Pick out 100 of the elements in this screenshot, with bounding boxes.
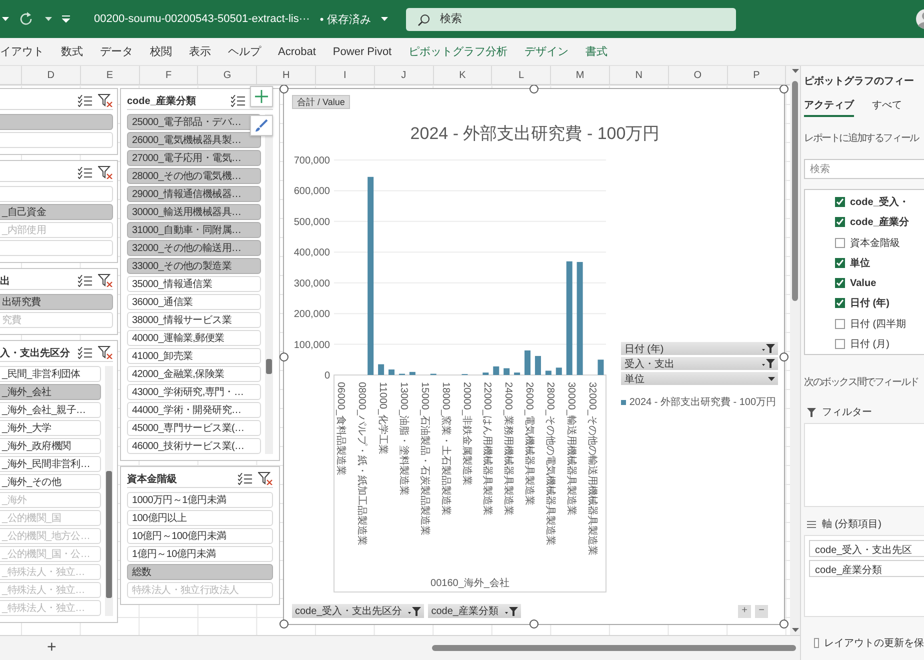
column-header[interactable]: G: [198, 66, 258, 84]
slicer-item[interactable]: 1億円～10億円未満: [127, 546, 273, 562]
column-header[interactable]: L: [492, 66, 552, 84]
ribbon-tab[interactable]: ヘルプ: [228, 44, 261, 59]
pane-tab[interactable]: すべて: [872, 98, 902, 117]
search-field[interactable]: 検索: [406, 8, 736, 30]
slicer-item[interactable]: 41000_卸売業: [127, 348, 261, 364]
field-name: 日付 (四半期: [850, 318, 906, 331]
axis-label: 22000_はん用機械器具製造業: [482, 382, 493, 516]
slicer-item[interactable]: 28000_その他の電気機…: [127, 168, 261, 184]
slicer-item[interactable]: 38000_情報サービス業: [127, 312, 261, 328]
save-status[interactable]: • 保存済み: [320, 12, 371, 26]
slicer-item[interactable]: 33000_その他の製造業: [127, 258, 261, 274]
slicer-item[interactable]: 26000_電気機械器具製…: [127, 132, 261, 148]
slicer-item[interactable]: 30000_輸送用機械器具…: [127, 204, 261, 220]
column-header[interactable]: I: [316, 66, 375, 84]
slicer-item[interactable]: 31000_自動車・同附属…: [127, 222, 261, 238]
slicer-item[interactable]: 27000_電子応用・電気…: [127, 150, 261, 166]
slicer-item[interactable]: _民間_非営利団体: [0, 366, 101, 382]
zoom-button[interactable]: +: [738, 604, 751, 618]
field-button[interactable]: 合計 / Value: [292, 95, 350, 109]
axis-label: 06000_食料品製造業: [335, 382, 346, 476]
column-header[interactable]: D: [22, 66, 81, 84]
ribbon-tab[interactable]: 校閲: [150, 44, 172, 59]
ribbon-tab[interactable]: イアウト: [0, 44, 44, 59]
column-header[interactable]: O: [668, 66, 728, 84]
slicer-item[interactable]: 総数: [127, 564, 273, 580]
drop-area[interactable]: code_受入・支出先区 code_産業分類: [804, 535, 924, 617]
slicer-item[interactable]: _自己資金: [0, 204, 113, 220]
area-field[interactable]: code_産業分類: [809, 560, 924, 577]
field-button[interactable]: 受入・支出: [621, 357, 778, 370]
column-header[interactable]: P: [728, 66, 786, 84]
column-header[interactable]: N: [610, 66, 669, 84]
ribbon-tab[interactable]: Power Pivot: [332, 46, 392, 58]
ribbon-tab[interactable]: 数式: [61, 44, 83, 59]
slicer-item[interactable]: _海外_会社: [0, 384, 101, 400]
chart-title: 2024 - 外部支出研究費 - 100万円: [409, 123, 661, 145]
slicer-item[interactable]: 32000_その他の輸送用…: [127, 240, 261, 256]
column-header[interactable]: F: [140, 66, 198, 84]
column-header[interactable]: E: [80, 66, 140, 84]
slicer-item[interactable]: 42000_金融業,保険業: [127, 366, 261, 382]
slicer-item[interactable]: 25000_電子部品・デバ…: [127, 114, 261, 130]
zoom-button[interactable]: −: [755, 604, 768, 618]
slicer-item[interactable]: 36000_通信業: [127, 294, 261, 310]
axis-label: 08000_パルプ・紙・紙加工品製造業: [356, 382, 368, 546]
slicer-item[interactable]: 10億円～100億円未満: [127, 528, 273, 544]
ribbon-tab[interactable]: 書式: [586, 44, 608, 59]
axis-label: 30000_輸送用機械器具製造業: [565, 382, 576, 516]
ribbon-tab[interactable]: デザイン: [524, 44, 569, 59]
axis-label: 15000_石油製品・石炭製品製造業: [418, 382, 430, 536]
axis-label: 300,000: [294, 278, 330, 290]
field-name: 日付 (月): [850, 338, 890, 351]
slicer-item[interactable]: _海外_民間非営利…: [0, 456, 101, 472]
slicer-item[interactable]: 43000_学術研究,専門・…: [127, 384, 261, 400]
area-title: 軸 (分類項目): [822, 518, 882, 531]
axis-label: 20000_非鉄金属製造業: [460, 382, 472, 486]
slicer-item[interactable]: _海外_その他: [0, 474, 101, 490]
add-sheet-button[interactable]: +: [43, 639, 60, 657]
slicer-item[interactable]: 29000_情報通信機械器…: [127, 186, 261, 202]
axis-label: 18000_窯業・土石製品製造業: [440, 382, 451, 516]
axis-label: 400,000: [294, 248, 330, 259]
slicer-item[interactable]: _海外_政府機関: [0, 438, 101, 454]
column-header[interactable]: K: [434, 66, 492, 84]
field-button[interactable]: 日付 (年): [621, 342, 778, 355]
field-name: code_受入・: [850, 196, 909, 210]
slicer-item[interactable]: 45000_専門サービス業(…: [127, 420, 261, 436]
slicer-item[interactable]: 1000万円～1億円未満: [127, 492, 273, 508]
slicer-item[interactable]: 46000_技術サービス業(…: [127, 438, 261, 454]
slicer-item[interactable]: 35000_情報通信業: [127, 276, 261, 292]
field-button[interactable]: 単位: [621, 372, 778, 385]
axis-label: 11000_化学工業: [377, 382, 388, 455]
legend-label: 2024 - 外部支出研究費 - 100万円: [629, 396, 776, 409]
pane-tab[interactable]: アクティブ: [804, 98, 854, 117]
slicer-item[interactable]: 44000_学術・開発研究…: [127, 402, 261, 418]
area-field[interactable]: code_受入・支出先区: [809, 540, 924, 557]
field-button[interactable]: code_産業分類: [428, 604, 520, 618]
field-name: 資本金階級: [850, 236, 900, 250]
area-title: フィルター: [822, 406, 872, 419]
axis-label: 24000_業務用機械器具製造業: [502, 382, 514, 516]
field-button[interactable]: code_受入・支出先区分: [292, 604, 424, 618]
axis-label: 26000_電気機械器具製造業: [524, 382, 535, 506]
search-field[interactable]: 検索: [804, 159, 924, 179]
slicer-item[interactable]: 出研究費: [0, 294, 113, 310]
ribbon-tab[interactable]: Acrobat: [278, 46, 316, 58]
column-header[interactable]: J: [374, 66, 434, 84]
axis-label: 32000_その他の輸送用機械器具製造業: [586, 382, 598, 556]
slicer-item[interactable]: 100億円以上: [127, 510, 273, 526]
axis-label: 100,000: [294, 340, 330, 351]
field-name: 日付 (年): [850, 296, 890, 310]
field-name: 単位: [850, 256, 870, 270]
slicer-item[interactable]: _海外_会社_親子…: [0, 402, 101, 418]
axis-label: 0: [324, 370, 330, 382]
slicer-item[interactable]: _海外_大学: [0, 420, 101, 436]
column-header[interactable]: H: [257, 66, 316, 84]
ribbon-tab[interactable]: 表示: [189, 44, 211, 59]
column-header[interactable]: M: [551, 66, 610, 84]
slicer-item[interactable]: 40000_運輸業,郵便業: [127, 330, 261, 346]
axis-label: 13000_油脂・塗料製造業: [398, 382, 409, 496]
ribbon-tab[interactable]: データ: [100, 44, 133, 59]
ribbon-tab[interactable]: ピボットグラフ分析: [408, 44, 508, 59]
